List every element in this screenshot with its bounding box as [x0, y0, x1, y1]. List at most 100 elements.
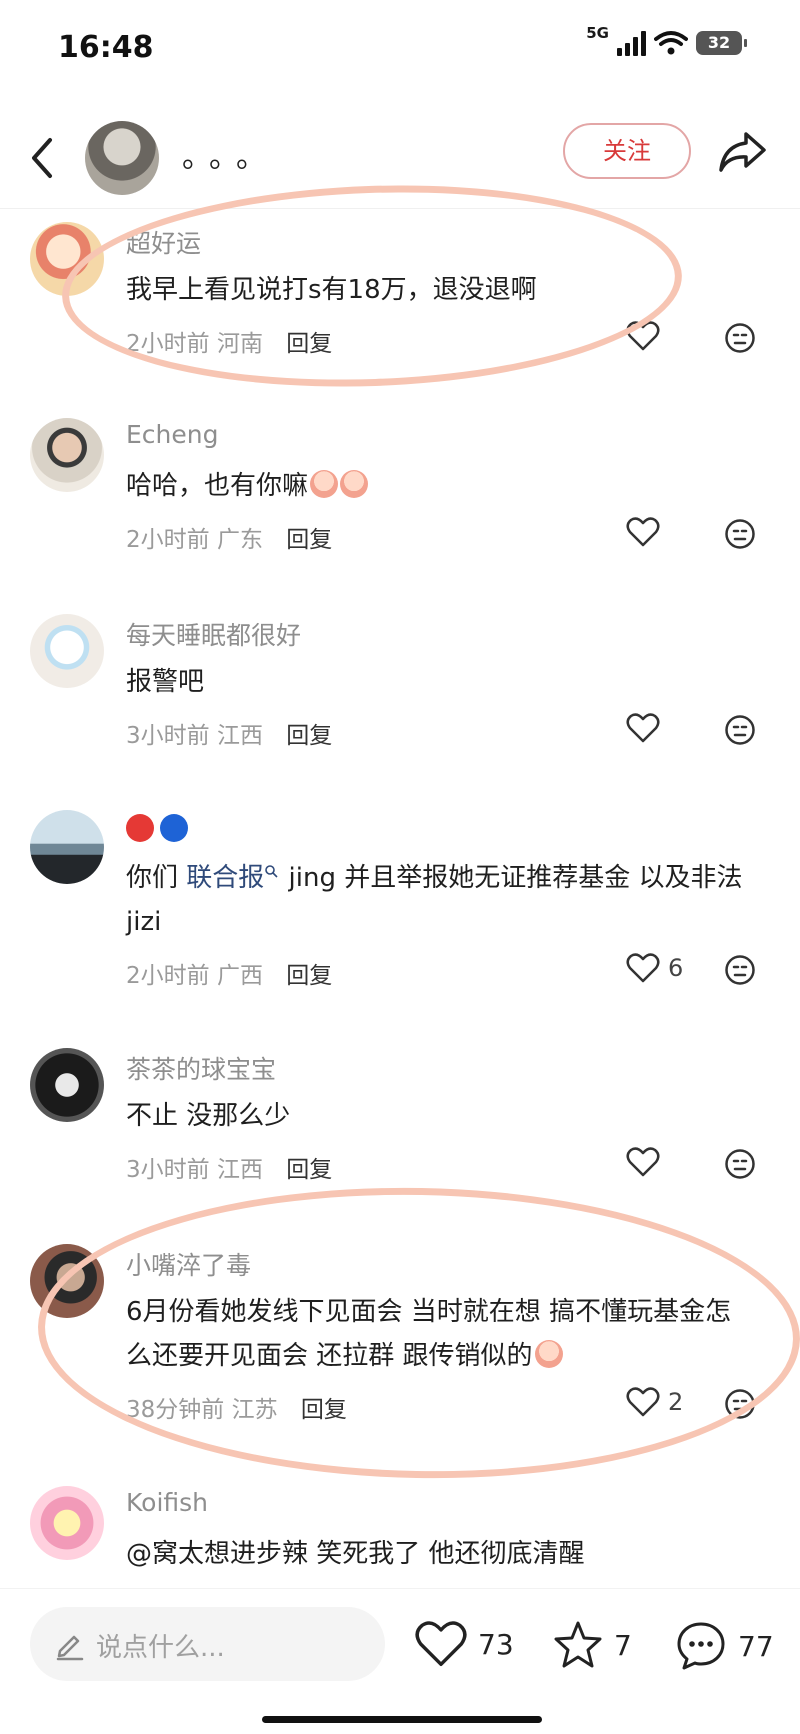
dislike-face-icon[interactable]	[724, 1148, 756, 1180]
post-collect-count: 7	[614, 1628, 632, 1662]
star-icon	[554, 1621, 602, 1668]
comment-meta: 3小时前 江西 回复	[126, 716, 332, 750]
commenter-name[interactable]: Echeng	[126, 420, 218, 449]
heart-icon	[415, 1621, 467, 1667]
post-like-count: 73	[478, 1627, 514, 1661]
author-avatar[interactable]	[85, 121, 159, 195]
pencil-icon	[56, 1635, 84, 1661]
comment-text[interactable]: 不止 没那么少	[126, 1094, 756, 1138]
signal-icon	[617, 30, 646, 56]
bottom-bar: 说点什么... 73 7 77	[0, 1588, 800, 1734]
commenter-name[interactable]: 每天睡眠都很好	[126, 616, 301, 652]
crying-emoji-icon	[534, 1339, 563, 1368]
commenter-avatar[interactable]	[30, 1048, 104, 1122]
commenter-avatar[interactable]	[30, 810, 104, 884]
home-indicator[interactable]	[262, 1716, 542, 1723]
like-button[interactable]	[626, 320, 660, 352]
comment-text[interactable]: 我早上看见说打s有18万，退没退啊	[126, 268, 756, 312]
status-bar: 16:48 5G 32	[0, 0, 800, 100]
commenter-name[interactable]: 茶茶的球宝宝	[126, 1050, 276, 1086]
comment-input[interactable]: 说点什么...	[30, 1607, 385, 1681]
network-label: 5G	[586, 24, 609, 42]
post-comment-count: 77	[738, 1629, 774, 1663]
comment-meta: 38分钟前 江苏 回复	[126, 1390, 347, 1424]
comment-text[interactable]: 6月份看她发线下见面会 当时就在想 搞不懂玩基金怎么还要开见面会 还拉群 跟传销…	[126, 1290, 756, 1378]
heart-icon	[626, 1147, 660, 1177]
comment-text-content: 哈哈，也有你嘛	[126, 471, 309, 501]
comment-meta: 2小时前 广西 回复	[126, 956, 332, 990]
commenter-avatar[interactable]	[30, 1486, 104, 1560]
comment-time: 2小时前	[126, 527, 210, 553]
comment-location: 江西	[216, 1157, 263, 1183]
like-count: 6	[668, 954, 684, 982]
follow-button[interactable]: 关注	[563, 123, 691, 179]
comment-location: 广东	[216, 527, 263, 553]
status-time: 16:48	[58, 30, 154, 65]
reply-button[interactable]: 回复	[286, 963, 332, 989]
author-name[interactable]: 。。。	[182, 132, 278, 176]
comment-meta: 3小时前 江西 回复	[126, 1150, 332, 1184]
share-icon[interactable]	[716, 126, 768, 178]
post-like-button[interactable]: 73	[414, 1619, 514, 1669]
crying-emoji-icon	[340, 469, 369, 498]
comment-time: 2小时前	[126, 963, 210, 989]
status-icons: 5G 32	[586, 24, 747, 56]
crying-emoji-icon	[310, 469, 339, 498]
blue-dot-emoji-icon	[160, 814, 188, 842]
comment-location: 江西	[216, 723, 263, 749]
comment-meta: 2小时前 河南 回复	[126, 324, 332, 358]
commenter-name[interactable]	[126, 812, 194, 842]
back-arrow-icon[interactable]	[22, 128, 62, 188]
commenter-avatar[interactable]	[30, 418, 104, 492]
comment-text[interactable]: 哈哈，也有你嘛	[126, 464, 756, 508]
post-comment-button[interactable]: 77	[674, 1619, 774, 1673]
chat-bubble-icon	[677, 1622, 725, 1670]
commenter-avatar[interactable]	[30, 1244, 104, 1318]
like-button[interactable]	[626, 1146, 660, 1178]
like-count: 2	[668, 1388, 684, 1416]
comment-text-content: 6月份看她发线下见面会 当时就在想 搞不懂玩基金怎么还要开见面会 还拉群 跟传销…	[126, 1297, 732, 1371]
red-dot-emoji-icon	[126, 814, 154, 842]
commenter-name[interactable]: 小嘴淬了毒	[126, 1246, 251, 1282]
comment-location: 广西	[216, 963, 263, 989]
comment-time: 2小时前	[126, 331, 210, 357]
dislike-face-icon[interactable]	[724, 954, 756, 986]
dislike-face-icon[interactable]	[724, 714, 756, 746]
post-collect-button[interactable]: 7	[552, 1619, 632, 1671]
dislike-face-icon[interactable]	[724, 518, 756, 550]
reply-button[interactable]: 回复	[301, 1397, 347, 1423]
heart-icon	[626, 517, 660, 547]
comment-text[interactable]: @窝太想进步辣 笑死我了 他还彻底清醒	[126, 1532, 756, 1576]
like-button[interactable]: 2	[626, 1386, 683, 1418]
comment-location: 江苏	[231, 1397, 278, 1423]
reply-button[interactable]: 回复	[286, 723, 332, 749]
commenter-name[interactable]: Koifish	[126, 1488, 208, 1517]
comment-time: 3小时前	[126, 1157, 210, 1183]
comment-text-prefix: 你们	[126, 863, 187, 893]
comment-input-placeholder: 说点什么...	[96, 1633, 225, 1663]
battery-icon: 32	[696, 31, 747, 55]
dislike-face-icon[interactable]	[724, 322, 756, 354]
comment-meta: 2小时前 广东 回复	[126, 520, 332, 554]
dislike-face-icon[interactable]	[724, 1388, 756, 1420]
search-link[interactable]: 联合报	[186, 863, 264, 893]
search-icon	[265, 865, 278, 878]
post-header: 。。。 关注	[0, 108, 800, 209]
reply-button[interactable]: 回复	[286, 331, 332, 357]
commenter-avatar[interactable]	[30, 614, 104, 688]
comment-time: 3小时前	[126, 723, 210, 749]
comment-text[interactable]: 报警吧	[126, 660, 756, 704]
like-button[interactable]	[626, 712, 660, 744]
heart-icon	[626, 1387, 660, 1417]
commenter-avatar[interactable]	[30, 222, 104, 296]
comment-time: 38分钟前	[126, 1397, 225, 1423]
wifi-icon	[654, 31, 688, 55]
commenter-name[interactable]: 超好运	[126, 224, 201, 260]
comment-location: 河南	[216, 331, 263, 357]
like-button[interactable]: 6	[626, 952, 683, 984]
reply-button[interactable]: 回复	[286, 1157, 332, 1183]
reply-button[interactable]: 回复	[286, 527, 332, 553]
comment-text[interactable]: 你们 联合报 jing 并且举报她无证推荐基金 以及非法jizi	[126, 856, 756, 944]
like-button[interactable]	[626, 516, 660, 548]
heart-icon	[626, 321, 660, 351]
